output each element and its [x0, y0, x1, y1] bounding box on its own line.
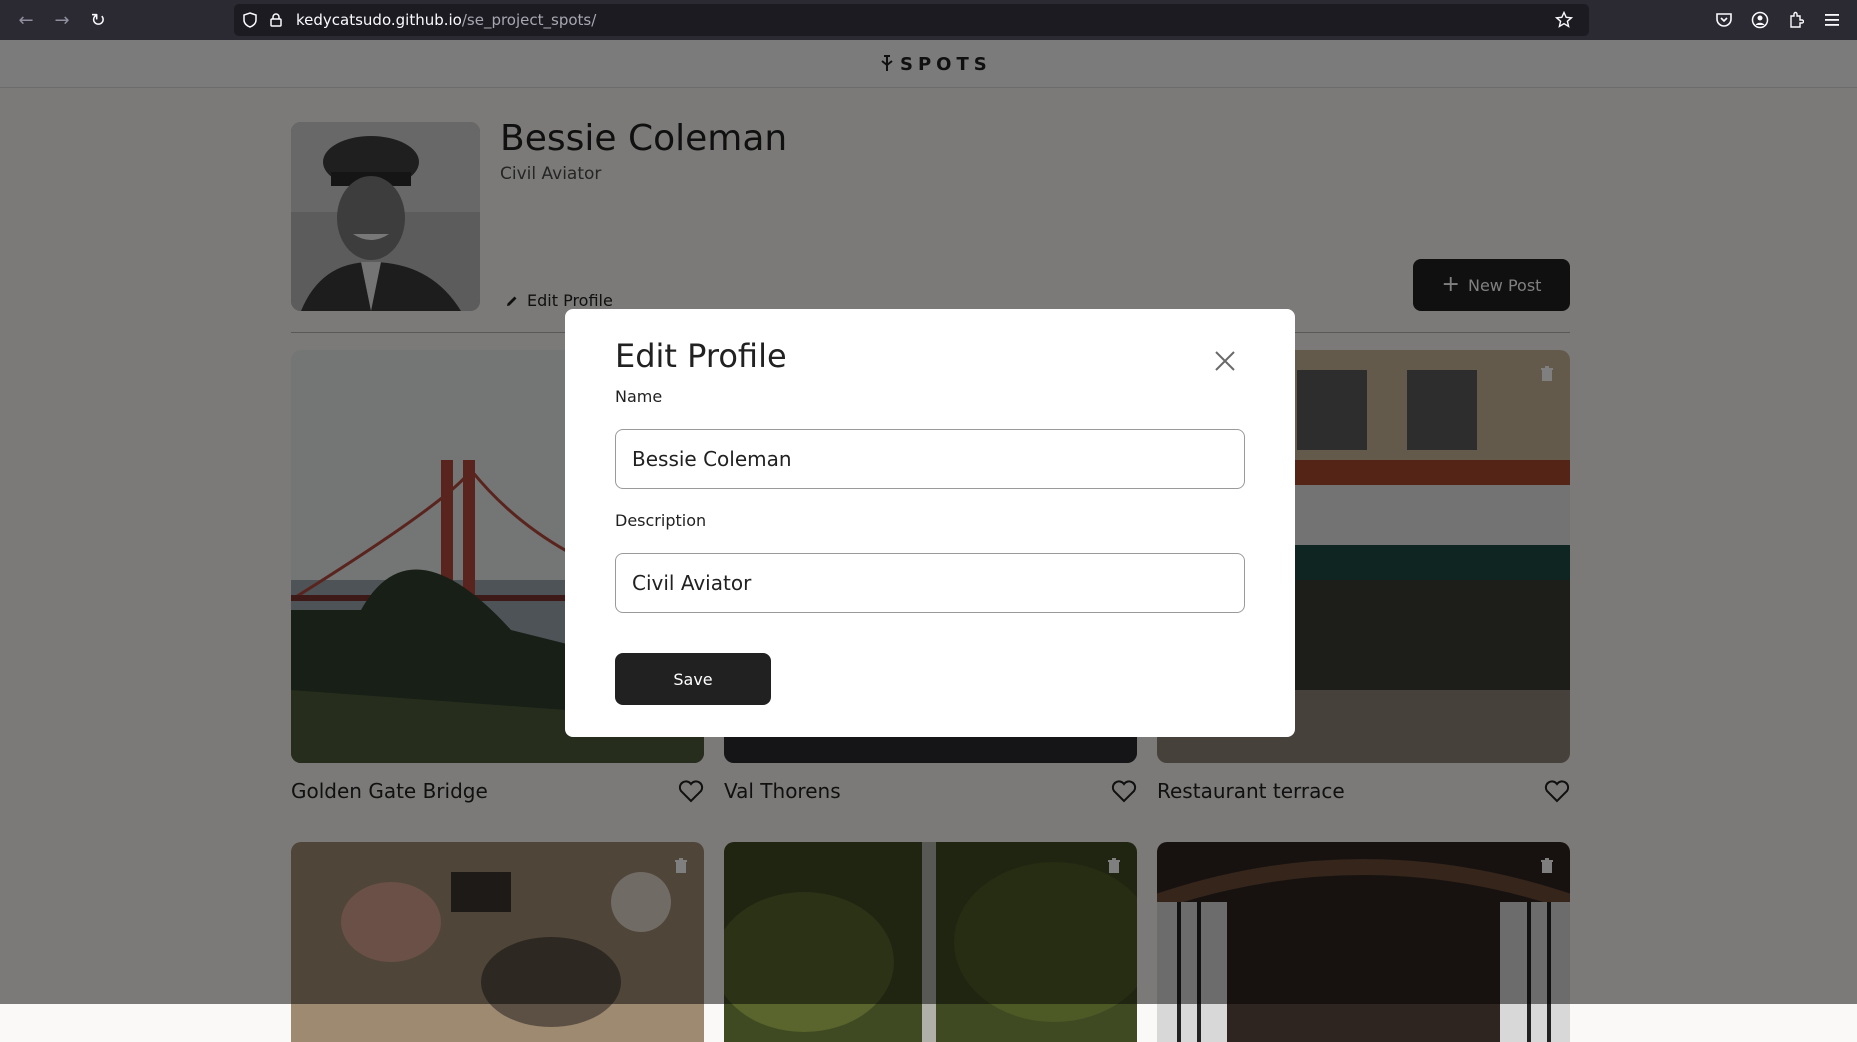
name-label: Name: [615, 387, 663, 406]
save-button[interactable]: Save: [615, 653, 771, 705]
url-bar[interactable]: kedycatsudo.github.io/se_project_spots/: [234, 4, 1589, 36]
close-icon[interactable]: [1211, 347, 1239, 375]
pocket-icon[interactable]: [1712, 8, 1736, 32]
shield-icon[interactable]: [240, 10, 260, 30]
browser-toolbar: ← → ↻ kedycatsudo.github.io/se_project_s…: [0, 0, 1857, 40]
back-arrow-icon[interactable]: ←: [14, 8, 38, 32]
account-icon[interactable]: [1748, 8, 1772, 32]
reload-icon[interactable]: ↻: [86, 8, 110, 32]
edit-profile-modal: Edit Profile Name Description Save: [565, 309, 1295, 737]
description-input[interactable]: [615, 553, 1245, 613]
url-text[interactable]: kedycatsudo.github.io/se_project_spots/: [296, 11, 596, 29]
bookmark-star-icon[interactable]: [1554, 10, 1574, 30]
menu-icon[interactable]: [1820, 8, 1844, 32]
name-input[interactable]: [615, 429, 1245, 489]
lock-icon[interactable]: [266, 10, 286, 30]
modal-title: Edit Profile: [615, 337, 787, 375]
extensions-icon[interactable]: [1784, 8, 1808, 32]
forward-arrow-icon[interactable]: →: [50, 8, 74, 32]
description-label: Description: [615, 511, 707, 530]
